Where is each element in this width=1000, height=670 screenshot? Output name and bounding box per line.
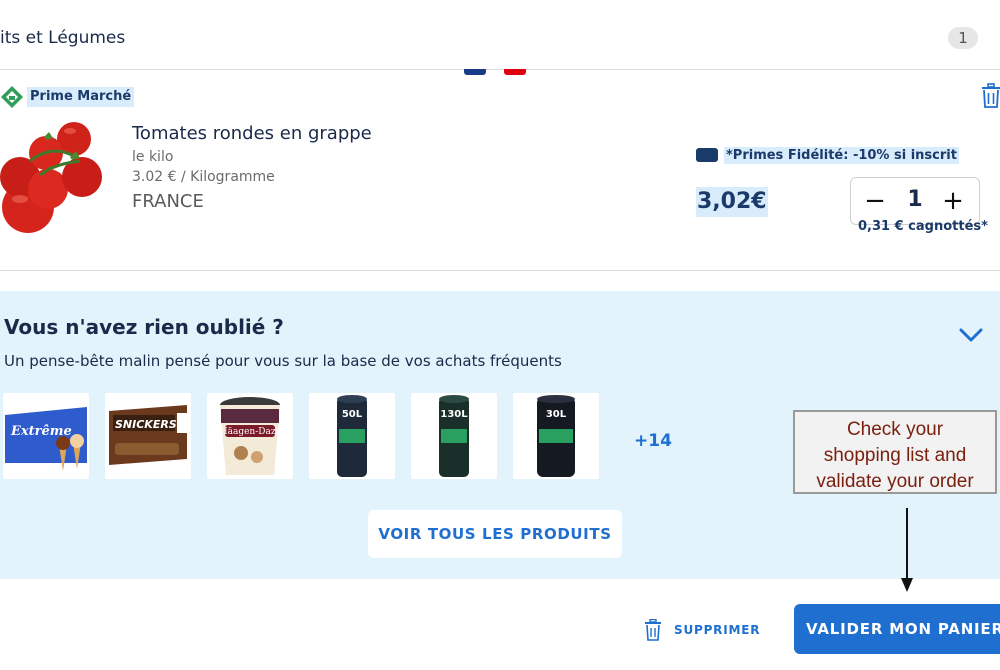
svg-text:Häagen-Dazs: Häagen-Dazs [220, 427, 281, 437]
delete-cart-button[interactable]: SUPPRIMER [644, 619, 760, 641]
product-unit: le kilo [132, 149, 174, 165]
prime-marche-label: Prime Marché [27, 87, 135, 107]
product-thumbnail-haagen-dazs[interactable]: Häagen-Dazs [207, 393, 293, 479]
reminder-subtitle: Un pense-bête malin pensé pour vous sur … [4, 352, 562, 370]
product-origin: FRANCE [132, 191, 204, 212]
product-thumbnail-snickers[interactable]: SNICKERS [105, 393, 191, 479]
cart-footer: SUPPRIMER VALIDER MON PANIER [0, 579, 1000, 670]
fidelity-promo: *Primes Fidélité: -10% si inscrit [696, 145, 959, 165]
product-price-per-kg: 3.02 € / Kilogramme [132, 169, 275, 185]
svg-text:30L: 30L [546, 409, 567, 420]
tomato-product-image [0, 122, 102, 233]
product-thumbnail-extreme[interactable]: Extrême [3, 393, 89, 479]
quantity-stepper: − 1 + [850, 177, 980, 225]
increase-quantity-button[interactable]: + [935, 184, 971, 220]
svg-text:130L: 130L [440, 409, 468, 420]
fidelity-promo-text: *Primes Fidélité: -10% si inscrit [724, 146, 959, 164]
annotation-arrow-icon [901, 508, 913, 592]
decrease-quantity-button[interactable]: − [857, 184, 893, 220]
annotation-line-2: shopping list and [823, 445, 967, 466]
loyalty-card-icon [696, 148, 718, 162]
cashback-amount: 0,31 € cagnottés* [858, 219, 988, 234]
product-thumbnail-trash-bags-30l[interactable]: 30L [513, 393, 599, 479]
annotation-line-1: Check your [846, 419, 944, 440]
trash-icon [645, 619, 661, 641]
trash-bag-roll-icon: 30L [537, 395, 575, 477]
trash-icon[interactable] [980, 83, 1000, 109]
ice-cream-tub-icon: Häagen-Dazs [220, 397, 281, 475]
trash-bag-roll-icon: 130L [439, 395, 469, 477]
svg-text:SNICKERS: SNICKERS [115, 418, 177, 431]
cart-item: Prime Marché Tomates rondes en grappe le… [0, 71, 1000, 271]
svg-text:Extrême: Extrême [10, 424, 72, 439]
ice-cream-cones-box-icon: Extrême [5, 407, 87, 471]
validate-cart-button[interactable]: VALIDER MON PANIER [794, 604, 1000, 654]
market-stall-icon [1, 86, 23, 108]
category-title: its et Légumes [0, 28, 126, 48]
category-count-badge: 1 [948, 27, 978, 49]
product-name[interactable]: Tomates rondes en grappe [132, 123, 372, 144]
prime-marche-badge: Prime Marché [0, 85, 135, 109]
reminder-title: Vous n'avez rien oublié ? [4, 315, 284, 339]
delete-cart-label: SUPPRIMER [674, 623, 761, 637]
more-products-count[interactable]: +14 [634, 431, 672, 451]
ice-cream-bars-box-icon: SNICKERS [109, 405, 187, 465]
category-header: its et Légumes 1 [0, 0, 1000, 75]
quantity-value: 1 [907, 187, 923, 212]
svg-text:50L: 50L [342, 409, 363, 420]
chevron-down-icon[interactable] [958, 327, 984, 343]
trash-bag-roll-icon: 50L [337, 395, 367, 477]
product-price: 3,02€ [696, 187, 768, 217]
instruction-annotation: Check your shopping list and validate yo… [793, 410, 997, 494]
see-all-products-button[interactable]: VOIR TOUS LES PRODUITS [368, 510, 622, 558]
annotation-line-3: validate your order [816, 471, 974, 492]
product-thumbnail-trash-bags-130l[interactable]: 130L [411, 393, 497, 479]
product-thumbnail-trash-bags-50l[interactable]: 50L [309, 393, 395, 479]
